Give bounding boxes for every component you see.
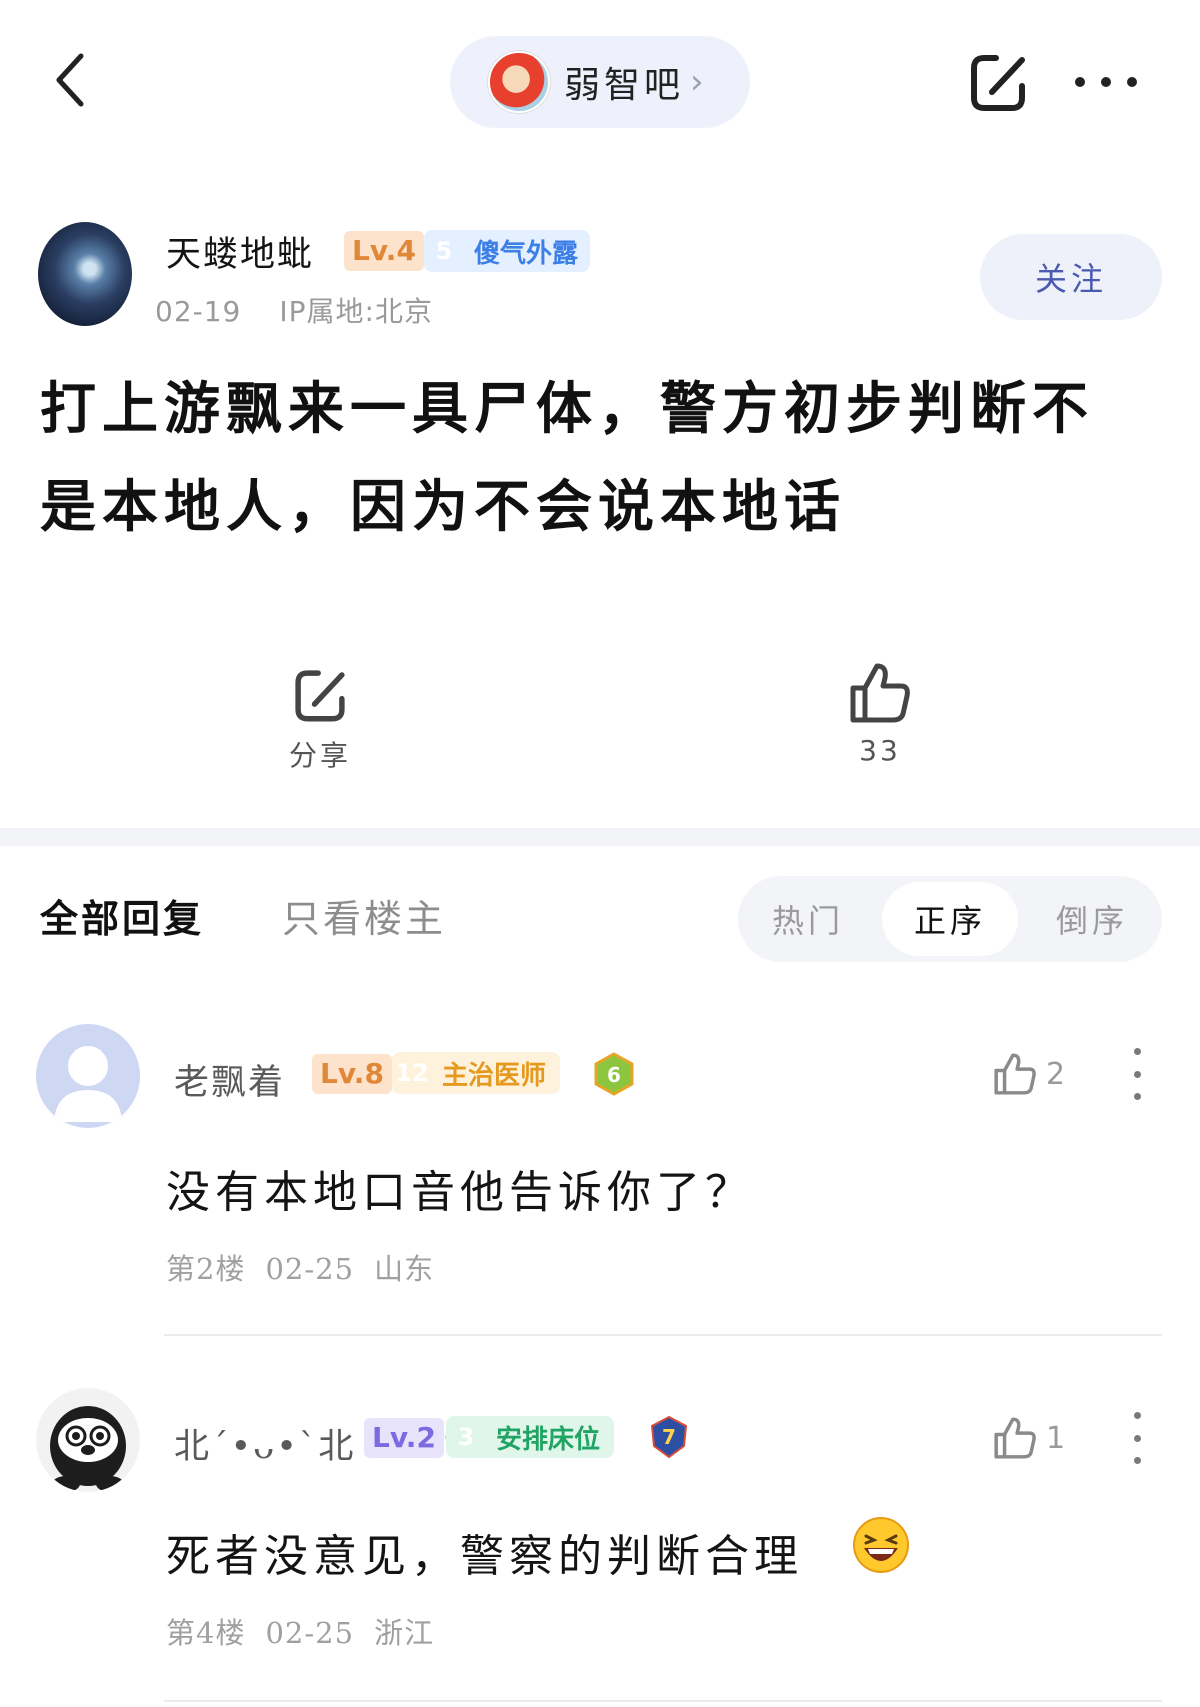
svg-text:7: 7 bbox=[662, 1425, 676, 1449]
comment-more-button[interactable] bbox=[1122, 1408, 1152, 1468]
forum-header-link[interactable]: 弱智吧 › bbox=[450, 36, 750, 128]
comment-avatar[interactable] bbox=[36, 1388, 140, 1492]
achievement-badge-icon: 7 bbox=[646, 1414, 692, 1460]
comment-meta: 第4楼 02-25 浙江 bbox=[166, 1610, 434, 1652]
comment-like-count: 2 bbox=[1046, 1056, 1066, 1092]
rank-diamond-icon: 5 bbox=[424, 230, 464, 272]
comment-like-button[interactable]: 2 bbox=[992, 1044, 1072, 1104]
sort-hot[interactable]: 热门 bbox=[738, 876, 878, 962]
comment-text: 没有本地口音他告诉你了？ bbox=[166, 1167, 754, 1218]
rank-diamond-icon: 3 bbox=[446, 1416, 486, 1458]
tab-all-replies[interactable]: 全部回复 bbox=[40, 888, 204, 943]
comment-meta: 第2楼 02-25 山东 bbox=[166, 1246, 434, 1288]
comment-text: 死者没意见，警察的判断合理 bbox=[166, 1531, 803, 1582]
comment-location: 浙江 bbox=[374, 1616, 435, 1650]
forum-avatar bbox=[488, 51, 550, 113]
comment-username[interactable]: 北´•ᴗ•`北 bbox=[174, 1418, 355, 1469]
comment-more-button[interactable] bbox=[1122, 1044, 1152, 1104]
sort-descending[interactable]: 倒序 bbox=[1022, 876, 1162, 962]
comment-title-badge: 12 主治医师 bbox=[392, 1052, 561, 1094]
post-like-button[interactable]: 33 bbox=[830, 660, 930, 784]
comment-title-name: 安排床位 bbox=[496, 1424, 601, 1455]
back-arrow-icon bbox=[56, 53, 84, 107]
share-label: 分享 bbox=[288, 739, 351, 772]
comment-level-badge: Lv.8 bbox=[312, 1054, 392, 1094]
sort-toggle-group: 热门 正序 倒序 bbox=[738, 876, 1162, 962]
comment-like-button[interactable]: 1 bbox=[992, 1408, 1072, 1468]
sort-ascending[interactable]: 正序 bbox=[882, 882, 1018, 956]
more-dot-icon bbox=[1133, 1457, 1141, 1464]
author-avatar[interactable] bbox=[38, 222, 132, 326]
thumbs-up-icon bbox=[850, 663, 910, 723]
share-icon bbox=[295, 670, 345, 722]
back-button[interactable] bbox=[40, 40, 100, 120]
chevron-right-icon: › bbox=[690, 62, 704, 102]
tab-op-only[interactable]: 只看楼主 bbox=[282, 888, 446, 943]
achievement-badge-icon: 6 bbox=[592, 1052, 636, 1096]
thumbs-up-icon bbox=[994, 1417, 1036, 1459]
post-share-button[interactable]: 分享 bbox=[270, 664, 370, 784]
comment-floor: 第2楼 bbox=[166, 1252, 246, 1286]
thumbs-up-icon bbox=[994, 1053, 1036, 1095]
author-level-badge: Lv.4 bbox=[344, 231, 424, 271]
comment-location: 山东 bbox=[374, 1252, 435, 1286]
comment-like-count: 1 bbox=[1046, 1420, 1066, 1456]
more-dot-icon bbox=[1133, 1048, 1141, 1055]
comment-date: 02-25 bbox=[265, 1252, 355, 1286]
like-count: 33 bbox=[859, 734, 901, 767]
follow-button[interactable]: 关注 bbox=[980, 234, 1162, 320]
laughing-emoji-icon bbox=[852, 1516, 910, 1574]
share-button[interactable] bbox=[966, 48, 1030, 116]
author-meta: 02-19 IP属地:北京 bbox=[155, 290, 433, 330]
comment-title-badge: 3 安排床位 bbox=[446, 1416, 615, 1458]
author-name[interactable]: 天蝼地蚍 bbox=[166, 226, 314, 277]
comment-divider bbox=[164, 1700, 1162, 1702]
forum-name: 弱智吧 bbox=[564, 65, 685, 106]
comment-level-badge: Lv.2 bbox=[364, 1418, 444, 1458]
rank-diamond-icon: 12 bbox=[392, 1052, 432, 1094]
default-user-icon bbox=[54, 1046, 122, 1122]
more-dot-icon bbox=[1133, 1434, 1141, 1442]
penguin-avatar-icon bbox=[50, 1406, 126, 1492]
comment-avatar[interactable] bbox=[36, 1024, 140, 1128]
comment-floor: 第4楼 bbox=[166, 1616, 246, 1650]
more-button[interactable] bbox=[1070, 62, 1142, 102]
section-divider bbox=[0, 828, 1200, 846]
post-title: 打上游飘来一具尸体，警方初步判断不是本地人，因为不会说本地话 bbox=[40, 376, 1094, 540]
svg-text:6: 6 bbox=[607, 1063, 621, 1087]
author-title-name: 傻气外露 bbox=[474, 238, 579, 269]
comment-divider bbox=[164, 1334, 1162, 1336]
more-dot-icon bbox=[1133, 1093, 1141, 1100]
ip-location: IP属地:北京 bbox=[279, 295, 433, 328]
comment-date: 02-25 bbox=[265, 1616, 355, 1650]
comment-username[interactable]: 老飘着 bbox=[174, 1054, 285, 1105]
more-dot-icon bbox=[1133, 1412, 1141, 1419]
post-date: 02-19 bbox=[155, 295, 242, 328]
comment-title-name: 主治医师 bbox=[442, 1060, 547, 1091]
author-title-badge: 5 傻气外露 bbox=[424, 230, 591, 272]
share-icon bbox=[971, 55, 1025, 111]
more-dot-icon bbox=[1133, 1070, 1141, 1078]
more-icon bbox=[1075, 77, 1137, 87]
